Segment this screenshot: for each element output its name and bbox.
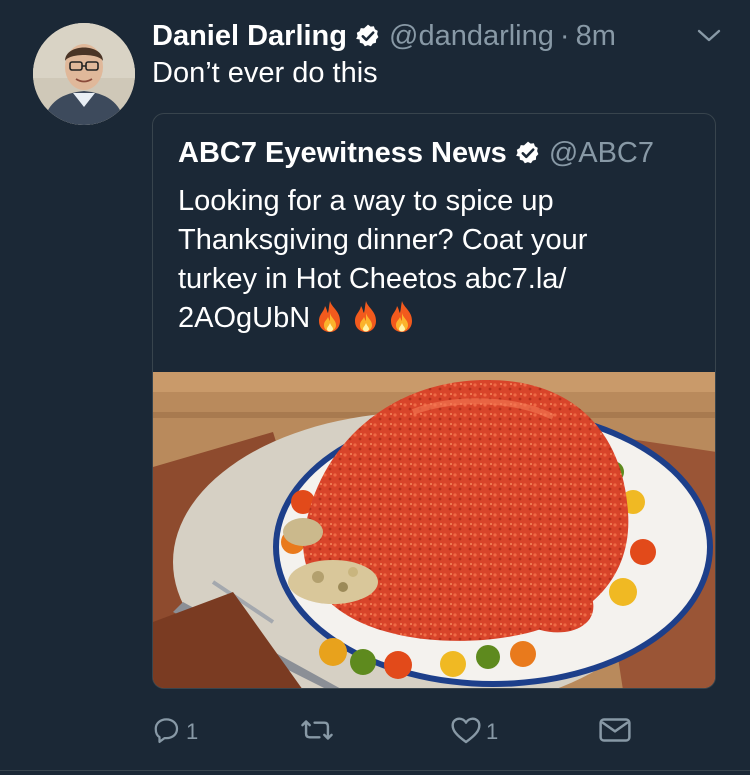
verified-badge-icon (515, 140, 541, 166)
retweet-icon (300, 715, 334, 750)
envelope-icon (598, 715, 632, 750)
tweet-text: Don’t ever do this (152, 57, 378, 89)
quoted-tweet-header: ABC7 Eyewitness News @ABC7 (178, 134, 654, 172)
quoted-link-text[interactable]: 2AOgUbN (178, 302, 310, 334)
tweet-timestamp[interactable]: 8m (576, 20, 616, 53)
quoted-tweet-photo[interactable] (153, 372, 715, 688)
author-name[interactable]: Daniel Darling (152, 20, 347, 53)
chevron-down-icon[interactable] (696, 26, 722, 46)
quoted-text-line-last: 2AOgUbN (178, 299, 698, 338)
tweet-divider (0, 770, 750, 771)
direct-message-button[interactable] (598, 712, 632, 752)
author-avatar[interactable] (33, 23, 135, 125)
quoted-author-name: ABC7 Eyewitness News (178, 136, 507, 169)
reply-count: 1 (186, 719, 199, 744)
quoted-author-handle: @ABC7 (548, 136, 655, 169)
quoted-tweet-text: Looking for a way to spice up Thanksgivi… (178, 182, 698, 338)
quoted-text-line: Looking for a way to spice up (178, 185, 554, 217)
author-handle[interactable]: @dandarling (389, 20, 554, 53)
tweet-header: Daniel Darling @dandarling · 8m (152, 16, 616, 56)
quoted-text-line: Thanksgiving dinner? Coat your (178, 224, 588, 256)
reply-icon (152, 715, 182, 750)
fire-emoji-icon (350, 299, 382, 333)
quoted-tweet-card[interactable]: ABC7 Eyewitness News @ABC7 Looking for a… (152, 113, 716, 689)
heart-icon (450, 715, 482, 750)
verified-badge-icon (355, 23, 381, 49)
fire-emoji-icon (386, 299, 418, 333)
fire-emoji-icon (314, 299, 346, 333)
header-separator: · (559, 19, 570, 52)
reply-button[interactable]: 1 (152, 712, 198, 752)
quoted-text-line: turkey in Hot Cheetos abc7.la/ (178, 263, 567, 295)
retweet-button[interactable] (300, 712, 338, 752)
tweet-actions: 1 1 (152, 712, 716, 752)
like-button[interactable]: 1 (450, 712, 498, 752)
like-count: 1 (486, 719, 499, 744)
